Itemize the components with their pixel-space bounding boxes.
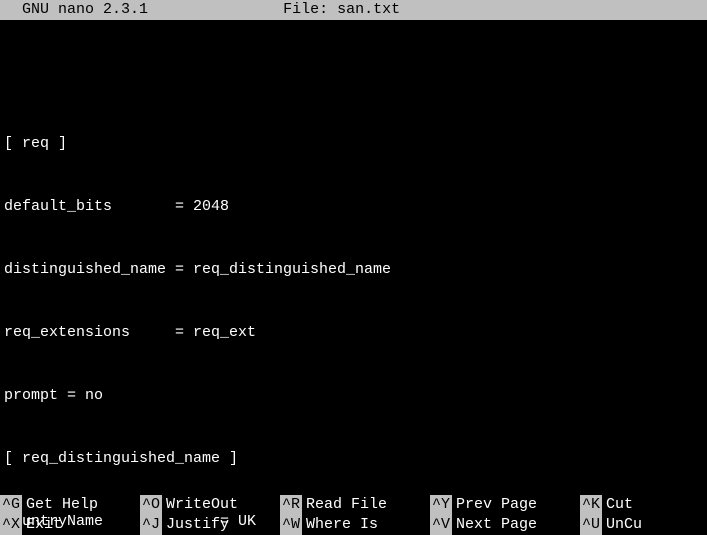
file-line: [ req_distinguished_name ] [4, 448, 703, 469]
shortcut-key: ^V [430, 515, 452, 535]
shortcut-label: Read File [302, 495, 387, 515]
file-line: req_extensions = req_ext [4, 322, 703, 343]
shortcut-key: ^X [0, 515, 22, 535]
shortcut-justify[interactable]: ^JJustify [140, 515, 280, 535]
shortcut-label: Exit [22, 515, 62, 535]
shortcut-writeout[interactable]: ^OWriteOut [140, 495, 280, 515]
shortcut-label: Next Page [452, 515, 537, 535]
file-line: default_bits = 2048 [4, 196, 703, 217]
shortcut-key: ^R [280, 495, 302, 515]
shortcut-uncut[interactable]: ^UUnCu [580, 515, 707, 535]
shortcut-key: ^Y [430, 495, 452, 515]
editor-content[interactable]: [ req ] default_bits = 2048 distinguishe… [0, 20, 707, 535]
shortcut-label: Cut [602, 495, 633, 515]
shortcut-label: WriteOut [162, 495, 238, 515]
titlebar: GNU nano 2.3.1 File: san.txt [0, 0, 707, 20]
app-name: GNU nano 2.3.1 [4, 1, 148, 18]
shortcut-label: Justify [162, 515, 229, 535]
shortcut-where-is[interactable]: ^WWhere Is [280, 515, 430, 535]
shortcut-read-file[interactable]: ^RRead File [280, 495, 430, 515]
terminal-window: GNU nano 2.3.1 File: san.txt [ req ] def… [0, 0, 707, 535]
shortcut-cut[interactable]: ^KCut [580, 495, 707, 515]
file-line: distinguished_name = req_distinguished_n… [4, 259, 703, 280]
shortcut-bar: ^GGet Help ^OWriteOut ^RRead File ^YPrev… [0, 495, 707, 535]
shortcut-prev-page[interactable]: ^YPrev Page [430, 495, 580, 515]
shortcut-label: Prev Page [452, 495, 537, 515]
file-line: [ req ] [4, 133, 703, 154]
shortcut-row: ^XExit ^JJustify ^WWhere Is ^VNext Page … [0, 515, 707, 535]
shortcut-label: Get Help [22, 495, 98, 515]
shortcut-label: Where Is [302, 515, 378, 535]
shortcut-key: ^O [140, 495, 162, 515]
shortcut-key: ^W [280, 515, 302, 535]
shortcut-key: ^G [0, 495, 22, 515]
file-line: prompt = no [4, 385, 703, 406]
shortcut-label: UnCu [602, 515, 642, 535]
shortcut-key: ^U [580, 515, 602, 535]
titlebar-spacer [148, 1, 283, 18]
shortcut-get-help[interactable]: ^GGet Help [0, 495, 140, 515]
file-line [4, 70, 703, 91]
shortcut-row: ^GGet Help ^OWriteOut ^RRead File ^YPrev… [0, 495, 707, 515]
shortcut-key: ^J [140, 515, 162, 535]
file-name: File: san.txt [283, 1, 400, 18]
shortcut-exit[interactable]: ^XExit [0, 515, 140, 535]
shortcut-key: ^K [580, 495, 602, 515]
shortcut-next-page[interactable]: ^VNext Page [430, 515, 580, 535]
